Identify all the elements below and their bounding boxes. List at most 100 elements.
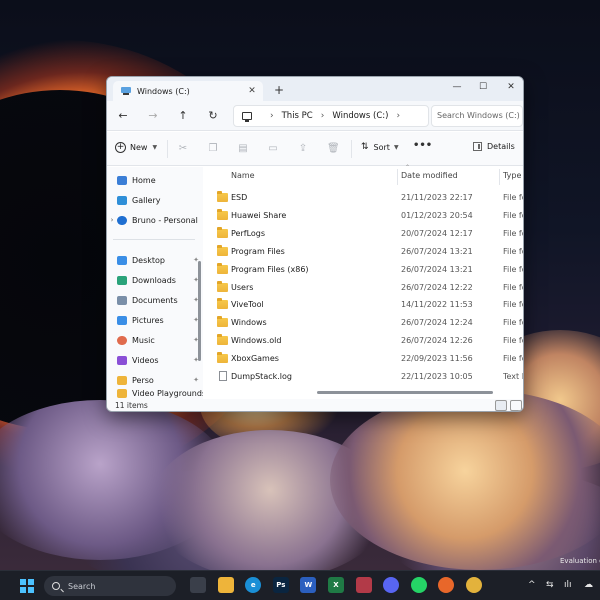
- file-row[interactable]: PerfLogs 20/07/2024 12:17 File folder: [205, 225, 523, 243]
- file-explorer-taskbar-icon[interactable]: [217, 577, 234, 593]
- sidebar-item-music[interactable]: Music ✦: [107, 331, 203, 349]
- share-icon[interactable]: ⇪: [297, 143, 309, 155]
- column-header-type[interactable]: Type: [503, 167, 521, 187]
- sidebar-item-label: Desktop: [132, 255, 165, 265]
- file-name: Huawei Share: [231, 210, 287, 220]
- sidebar-item-home[interactable]: Home: [107, 171, 203, 189]
- sidebar-item-documents[interactable]: Documents ✦: [107, 291, 203, 309]
- sidebar-item-gallery[interactable]: Gallery: [107, 191, 203, 209]
- sidebar-item-perso[interactable]: Perso ✦: [107, 371, 203, 389]
- column-divider[interactable]: [397, 169, 398, 185]
- delete-icon[interactable]: 🗑: [327, 143, 340, 155]
- firefox-taskbar-icon[interactable]: [438, 577, 455, 593]
- column-header-date[interactable]: Date modified: [401, 167, 458, 187]
- file-row[interactable]: Windows 26/07/2024 12:24 File folder: [205, 314, 523, 332]
- command-bar: + New ▼ ✂ ❐ ▤ ▭ ⇪ 🗑 ⇅ Sort ▼ ••• Details: [107, 132, 523, 166]
- paste-icon[interactable]: ▤: [237, 143, 249, 155]
- sidebar-item-videos[interactable]: Videos ✦: [107, 351, 203, 369]
- details-pane-button[interactable]: Details: [473, 142, 515, 151]
- sidebar-item-desktop[interactable]: Desktop ✦: [107, 251, 203, 269]
- file-date: 26/07/2024 13:21: [401, 246, 473, 256]
- taskbar-search[interactable]: Search: [44, 576, 176, 596]
- cut-icon[interactable]: ✂: [177, 143, 189, 155]
- tab-windows-c[interactable]: Windows (C:) ✕: [113, 81, 263, 101]
- file-row[interactable]: ViveTool 14/11/2022 11:53 File folder: [205, 296, 523, 314]
- close-button[interactable]: ✕: [501, 80, 521, 94]
- sidebar-item-pictures[interactable]: Pictures ✦: [107, 311, 203, 329]
- volume-icon[interactable]: ılı: [564, 580, 572, 590]
- sidebar-item-label: Downloads: [132, 275, 176, 285]
- photoshop-taskbar-icon[interactable]: Ps: [272, 577, 289, 593]
- network-icon[interactable]: ⇆: [546, 580, 554, 590]
- file-name: Windows: [231, 318, 267, 328]
- folder-icon: [217, 262, 228, 274]
- sidebar-item-label: Video Playgrounds: [132, 389, 203, 398]
- sidebar-item-label: Home: [132, 175, 156, 185]
- discord-taskbar-icon[interactable]: [383, 577, 400, 593]
- column-header-name[interactable]: Name: [231, 167, 255, 187]
- file-type: File folder: [503, 228, 523, 238]
- file-type: File folder: [503, 264, 523, 274]
- sort-button[interactable]: ⇅ Sort ▼: [361, 142, 399, 152]
- file-type: File folder: [503, 193, 523, 202]
- new-label: New: [130, 143, 148, 152]
- start-button[interactable]: [20, 579, 34, 593]
- sidebar-item-onedrive[interactable]: › Bruno - Personal: [107, 211, 203, 229]
- details-view-button[interactable]: [495, 400, 507, 411]
- tiles-view-button[interactable]: [510, 400, 522, 411]
- new-button[interactable]: + New ▼: [115, 142, 157, 153]
- up-button[interactable]: ↑: [175, 108, 191, 124]
- file-row[interactable]: XboxGames 22/09/2023 11:56 File folder: [205, 350, 523, 368]
- file-row[interactable]: Users 26/07/2024 12:22 File folder: [205, 279, 523, 297]
- folder-icon: [217, 334, 228, 346]
- tab-label: Windows (C:): [137, 86, 190, 96]
- horizontal-scrollbar[interactable]: [317, 391, 493, 394]
- address-bar[interactable]: › This PC › Windows (C:) ›: [233, 105, 429, 127]
- folder-icon: [217, 316, 228, 328]
- toolbar-divider: [351, 140, 352, 158]
- file-row[interactable]: Huawei Share 01/12/2023 20:54 File folder: [205, 207, 523, 225]
- navigation-pane: Home Gallery › Bruno - Personal Desktop …: [107, 167, 203, 399]
- file-row[interactable]: Program Files (x86) 26/07/2024 13:21 File …: [205, 261, 523, 279]
- sidebar-item-downloads[interactable]: Downloads ✦: [107, 271, 203, 289]
- item-count: 11 items: [115, 401, 148, 410]
- whatsapp-taskbar-icon[interactable]: [410, 577, 427, 593]
- copy-icon[interactable]: ❐: [207, 143, 219, 155]
- column-divider[interactable]: [499, 169, 500, 185]
- task-view-taskbar-icon[interactable]: [190, 577, 206, 593]
- more-options-button[interactable]: •••: [413, 140, 432, 151]
- file-row[interactable]: Windows.old 26/07/2024 12:26 File folder: [205, 332, 523, 350]
- minimize-button[interactable]: —: [447, 80, 467, 94]
- file-row[interactable]: Program Files 26/07/2024 13:21 File folder: [205, 243, 523, 261]
- breadcrumb-windows-c[interactable]: Windows (C:): [332, 111, 388, 121]
- new-tab-button[interactable]: +: [271, 82, 287, 98]
- rename-icon[interactable]: ▭: [267, 143, 279, 155]
- file-date: 26/07/2024 13:21: [401, 264, 473, 274]
- search-input[interactable]: Search Windows (C:): [431, 105, 523, 127]
- breadcrumb-this-pc[interactable]: This PC: [282, 111, 313, 121]
- chrome-taskbar-icon[interactable]: [466, 577, 482, 593]
- file-date: 22/11/2023 10:05: [401, 372, 473, 381]
- file-row[interactable]: DumpStack.log 22/11/2023 10:05 Text Docume…: [205, 368, 523, 386]
- sidebar-item-video-playgrounds[interactable]: Video Playgrounds: [107, 389, 203, 399]
- onedrive-tray-icon[interactable]: ☁: [584, 580, 593, 590]
- sidebar-item-label: Gallery: [132, 195, 161, 205]
- folder-icon: [217, 244, 228, 256]
- chevron-right-icon[interactable]: ›: [107, 216, 117, 224]
- back-button[interactable]: ←: [115, 108, 131, 124]
- tray-overflow-icon[interactable]: ^: [528, 580, 536, 590]
- drive-icon: [121, 87, 131, 95]
- sidebar-scrollbar[interactable]: [198, 261, 201, 361]
- file-name: XboxGames: [231, 354, 279, 364]
- refresh-button[interactable]: ↻: [205, 108, 221, 124]
- text-file-icon: [219, 371, 227, 381]
- file-name: DumpStack.log: [231, 372, 292, 381]
- word-taskbar-icon[interactable]: W: [300, 577, 317, 593]
- forward-button[interactable]: →: [145, 108, 161, 124]
- edge-taskbar-icon[interactable]: e: [245, 577, 262, 593]
- app-store-taskbar-icon[interactable]: [355, 577, 372, 593]
- file-row[interactable]: ESD 21/11/2023 22:17 File folder: [205, 189, 523, 207]
- excel-taskbar-icon[interactable]: X: [328, 577, 344, 593]
- maximize-button[interactable]: ☐: [473, 80, 493, 94]
- tab-close-icon[interactable]: ✕: [245, 86, 259, 96]
